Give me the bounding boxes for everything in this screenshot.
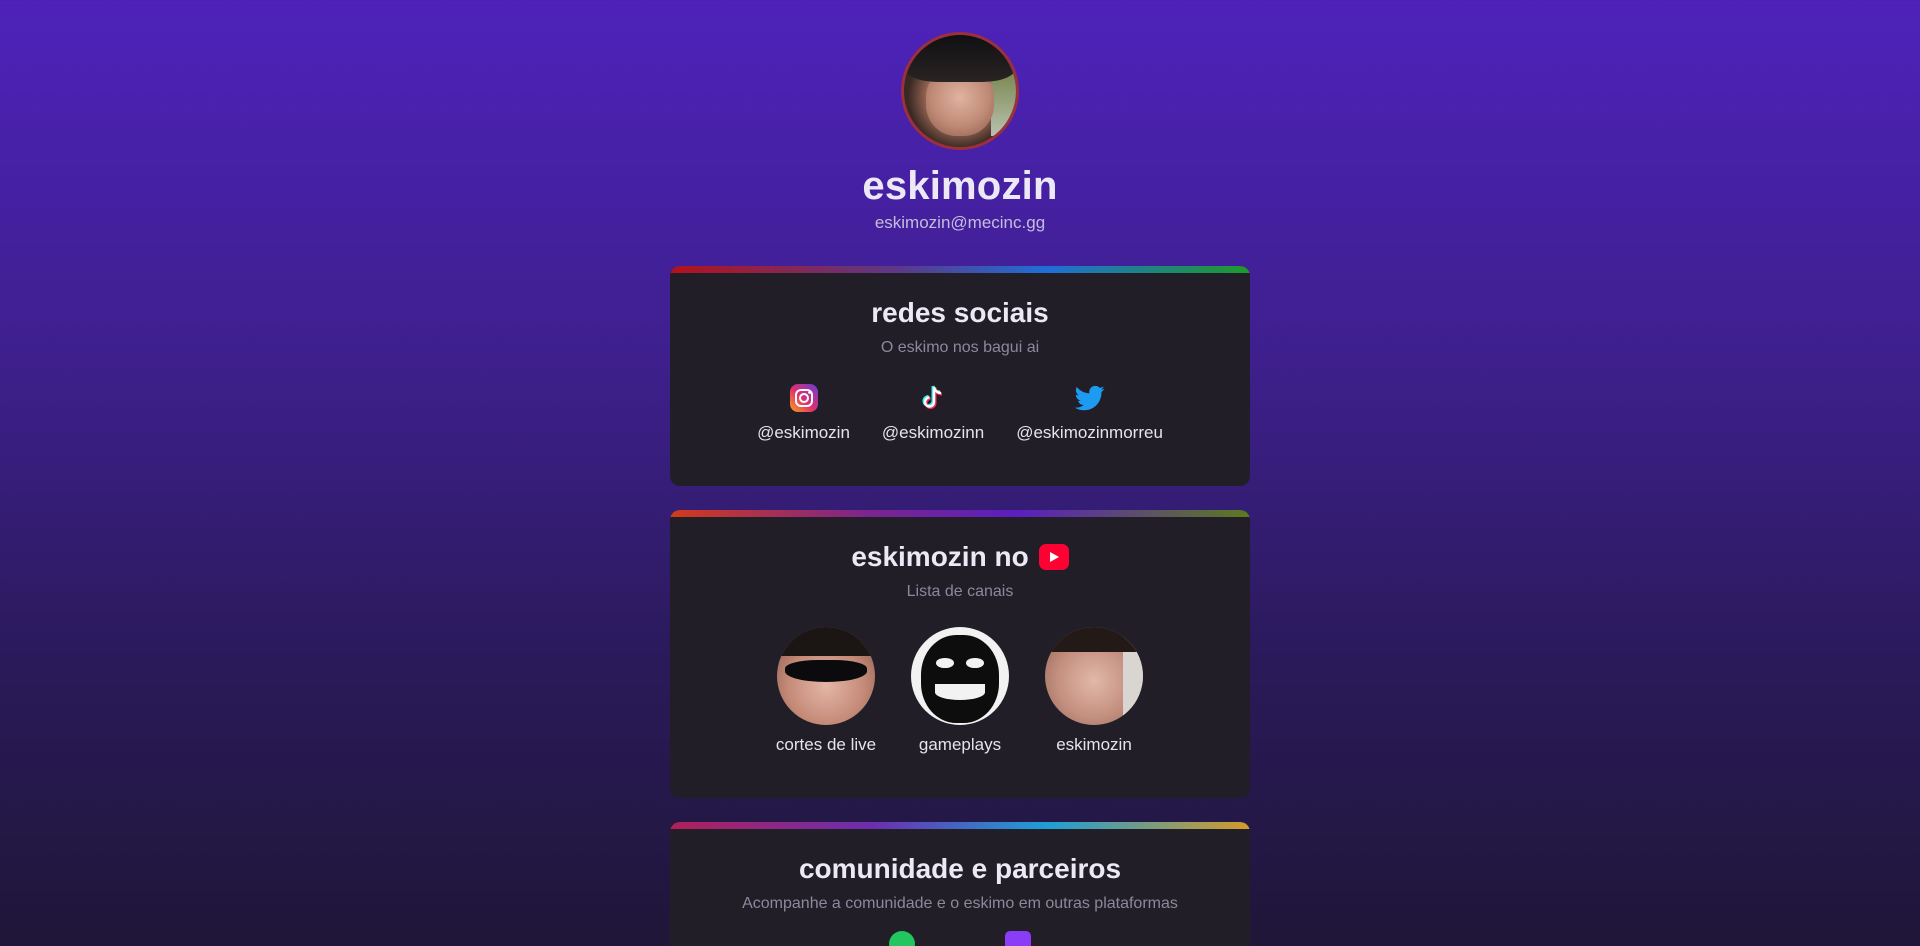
social-handle: @eskimozin [757,423,850,442]
youtube-subtitle: Lista de canais [906,583,1014,600]
channel-name: cortes de live [775,735,877,754]
card-accent-bar [670,822,1250,829]
card-accent-bar [670,266,1250,273]
profile-avatar [901,32,1019,150]
community-links [670,931,1250,946]
social-link-twitter[interactable]: @eskimozinmorreu [1016,383,1163,443]
profile-username: eskimozin [862,164,1058,208]
youtube-title: eskimozin no [670,541,1250,573]
channel-avatar [911,627,1009,725]
channel-item-eskimozin[interactable]: eskimozin [1044,627,1144,755]
card-accent-bar [670,510,1250,517]
whatsapp-icon[interactable] [889,931,915,946]
social-link-tiktok[interactable]: @eskimozinn [882,383,984,443]
socials-title: redes sociais [871,297,1049,328]
youtube-icon [1038,544,1069,570]
instagram-icon [789,383,819,413]
tiktok-icon [918,383,948,413]
profile-email: eskimozin@mecinc.gg [874,213,1046,232]
channel-item-cortes[interactable]: cortes de live [776,627,876,755]
community-title: comunidade e parceiros [798,853,1122,884]
youtube-title-text: eskimozin no [851,541,1029,572]
community-subtitle: Acompanhe a comunidade e o eskimo em out… [742,895,1178,912]
channel-name: gameplays [918,735,1002,754]
channel-avatar [777,627,875,725]
channel-name: eskimozin [1056,735,1132,754]
social-handle: @eskimozinmorreu [1016,423,1163,442]
social-handle: @eskimozinn [881,423,985,442]
profile-header: eskimozin eskimozin@mecinc.gg [0,32,1920,233]
socials-card: redes sociais O eskimo nos bagui ai @esk… [670,266,1250,486]
twitch-icon[interactable] [1005,931,1031,946]
social-link-instagram[interactable]: @eskimozin [757,383,850,443]
channel-avatar [1045,627,1143,725]
youtube-card: eskimozin no Lista de canais cortes de l… [670,510,1250,798]
twitter-icon [1074,383,1105,413]
channel-item-gameplays[interactable]: gameplays [910,627,1010,755]
socials-subtitle: O eskimo nos bagui ai [880,339,1040,356]
socials-list: @eskimozin @eskimozinn @eskimozinmorreu [670,383,1250,443]
community-card: comunidade e parceiros Acompanhe a comun… [670,822,1250,946]
channel-list: cortes de live gameplays eskimozin [670,627,1250,755]
